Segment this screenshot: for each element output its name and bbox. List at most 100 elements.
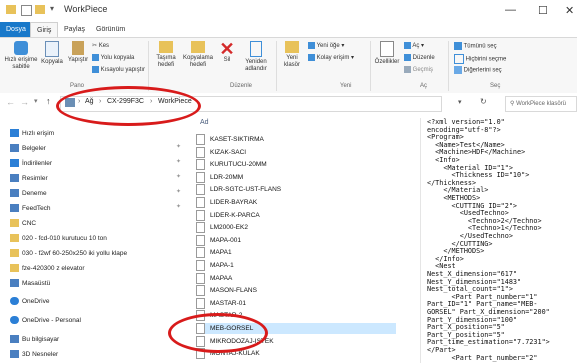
recent-dropdown-icon[interactable]: ▾	[34, 97, 38, 105]
file-name: MAPA-1	[210, 262, 234, 270]
file-row[interactable]: KASET-SIKTIRMA	[196, 134, 396, 145]
nav-item-downloads[interactable]: İndirilenler	[10, 158, 52, 169]
star-icon	[10, 129, 19, 138]
nav-item-this-pc[interactable]: Bu bilgisayar	[10, 334, 59, 345]
properties-button[interactable]: Özellikler	[372, 41, 402, 66]
file-row[interactable]: MASON-FLANS	[196, 285, 396, 297]
edit-button[interactable]: Düzenle	[404, 54, 435, 61]
file-row[interactable]: LIDER-BAYRAK	[196, 197, 396, 208]
paste-button[interactable]: Yapıştır	[66, 41, 90, 64]
new-folder-quick-icon[interactable]	[35, 5, 45, 14]
column-header-name[interactable]: Ad	[200, 119, 209, 126]
select-none-button[interactable]: Hiçbirini seçme	[454, 54, 506, 64]
invert-selection-button[interactable]: Diğerlerini seç	[454, 66, 502, 74]
new-item-label: Yeni öğe	[316, 43, 340, 50]
nav-item-feedtech[interactable]: FeedTech	[10, 203, 51, 214]
address-dropdown-icon[interactable]: ▾	[458, 98, 462, 106]
back-icon[interactable]: ←	[6, 97, 15, 107]
tab-file[interactable]: Dosya	[0, 22, 32, 37]
file-row[interactable]: KURUTUCU-20MM	[196, 159, 396, 171]
properties-quick-icon[interactable]	[21, 5, 32, 16]
quick-access-dropdown-icon[interactable]: ▾	[50, 4, 54, 13]
properties-icon	[380, 41, 394, 57]
file-row[interactable]: LDR-SGTC-UST-FLANS	[196, 184, 396, 196]
file-row[interactable]: MAPA1	[196, 247, 396, 259]
nav-label: Resimler	[22, 175, 48, 182]
nav-item-020[interactable]: 020 - fcd-010 kurutucu 10 ton	[10, 233, 107, 244]
up-icon[interactable]: ↑	[46, 96, 51, 106]
move-folder-icon	[159, 41, 173, 53]
tab-share[interactable]: Paylaş	[58, 22, 91, 37]
file-name: LDR-SGTC-UST-FLANS	[210, 186, 282, 194]
maximize-button[interactable]: ☐	[538, 4, 548, 17]
copyto-label: Kopyalama hedefi	[182, 55, 214, 68]
file-row[interactable]: LM2000-EK2	[196, 222, 396, 234]
refresh-icon[interactable]: ↻	[480, 97, 487, 106]
select-all-label: Tümünü seç	[463, 43, 497, 50]
group-organize: Düzenle	[230, 83, 253, 89]
easy-access-button[interactable]: Kolay erişim ▾	[308, 54, 354, 61]
nav-item-3d-objects[interactable]: 3D Nesneler	[10, 349, 58, 360]
select-all-button[interactable]: Tümünü seç	[454, 42, 497, 50]
rename-button[interactable]: Yeniden adlandır	[240, 41, 272, 73]
group-clipboard: Pano	[70, 83, 85, 89]
copy-path-label: Yolu kopyala	[100, 55, 135, 62]
copy-button[interactable]: Kopyala	[40, 41, 64, 66]
nav-item-pictures[interactable]: Resimler	[10, 173, 48, 184]
nav-item-onedrive[interactable]: OneDrive	[10, 296, 49, 307]
file-row[interactable]: MAPAA	[196, 272, 396, 284]
copy-to-button[interactable]: Kopyalama hedefi	[182, 41, 214, 69]
easy-access-icon	[308, 54, 315, 61]
nav-item-fze[interactable]: fze-420300 z elevator	[10, 263, 85, 274]
cut-button[interactable]: ✂ Kes	[92, 42, 109, 49]
open-button[interactable]: Aç ▾	[404, 42, 424, 49]
copy-path-button[interactable]: Yolu kopyala	[92, 54, 134, 61]
nav-item-deneme[interactable]: Deneme	[10, 188, 47, 199]
file-name: KURUTUCU-20MM	[210, 161, 267, 169]
history-button[interactable]: Geçmiş	[404, 66, 433, 73]
pin-quick-access-button[interactable]: Hızlı erişime sabitle	[4, 41, 38, 71]
new-folder-button[interactable]: Yeni klasör	[280, 41, 304, 69]
nav-item-documents[interactable]: Belgeler	[10, 143, 46, 154]
search-box[interactable]: ⚲ WorkPiece klasörü	[505, 96, 577, 112]
copy-folder-icon	[191, 41, 205, 53]
new-item-button[interactable]: Yeni öğe ▾	[308, 42, 344, 49]
scissors-icon: ✂	[92, 43, 98, 49]
file-row[interactable]: LDR-20MM	[196, 171, 396, 183]
nav-item-quick-access[interactable]: Hızlı erişim	[10, 128, 54, 139]
nav-item-desktop[interactable]: Masaüstü	[10, 278, 50, 289]
file-row[interactable]: MASTAR-01	[196, 297, 396, 309]
ribbon: Hızlı erişime sabitle Kopyala Yapıştır ✂…	[0, 37, 577, 94]
tab-view[interactable]: Görünüm	[90, 22, 131, 37]
nav-label: 3D Nesneler	[22, 351, 59, 358]
pinned-icon: ✦	[176, 189, 182, 195]
nav-item-cnc[interactable]: CNC	[10, 218, 36, 229]
ribbon-divider	[448, 41, 449, 91]
file-icon	[196, 260, 205, 271]
paste-shortcut-button[interactable]: Kısayolu yapıştır	[92, 66, 145, 73]
folder-icon	[10, 234, 19, 243]
move-to-button[interactable]: Taşıma hedefi	[152, 41, 180, 69]
file-icon	[196, 197, 205, 208]
forward-icon[interactable]: →	[20, 97, 29, 107]
nav-item-onedrive-personal[interactable]: OneDrive - Personal	[10, 315, 81, 326]
file-icon	[196, 285, 205, 297]
annotation-ring-file	[168, 313, 268, 353]
file-row[interactable]: KIZAK-SACI	[196, 146, 396, 158]
invert-icon	[454, 66, 462, 74]
group-open: Aç	[420, 83, 428, 89]
file-row[interactable]: MAPA-001	[196, 234, 396, 246]
nav-item-030[interactable]: 030 - f2wf 60-250x250 iki yollu klape	[10, 248, 127, 259]
delete-button[interactable]: ✕ Sil	[216, 40, 238, 64]
minimize-button[interactable]: —	[505, 4, 516, 16]
folder-icon	[6, 5, 16, 14]
3d-objects-icon	[10, 350, 19, 359]
file-name: LM2000-EK2	[210, 224, 248, 232]
file-row[interactable]: LIDER-K-PARCA	[196, 209, 396, 221]
close-button[interactable]: ✕	[565, 4, 574, 17]
tab-home[interactable]: Giriş	[30, 22, 59, 37]
file-row[interactable]: MAPA-1	[196, 260, 396, 271]
open-label: Aç	[412, 43, 420, 50]
rename-icon	[250, 41, 262, 57]
nav-label: Belgeler	[22, 145, 46, 152]
